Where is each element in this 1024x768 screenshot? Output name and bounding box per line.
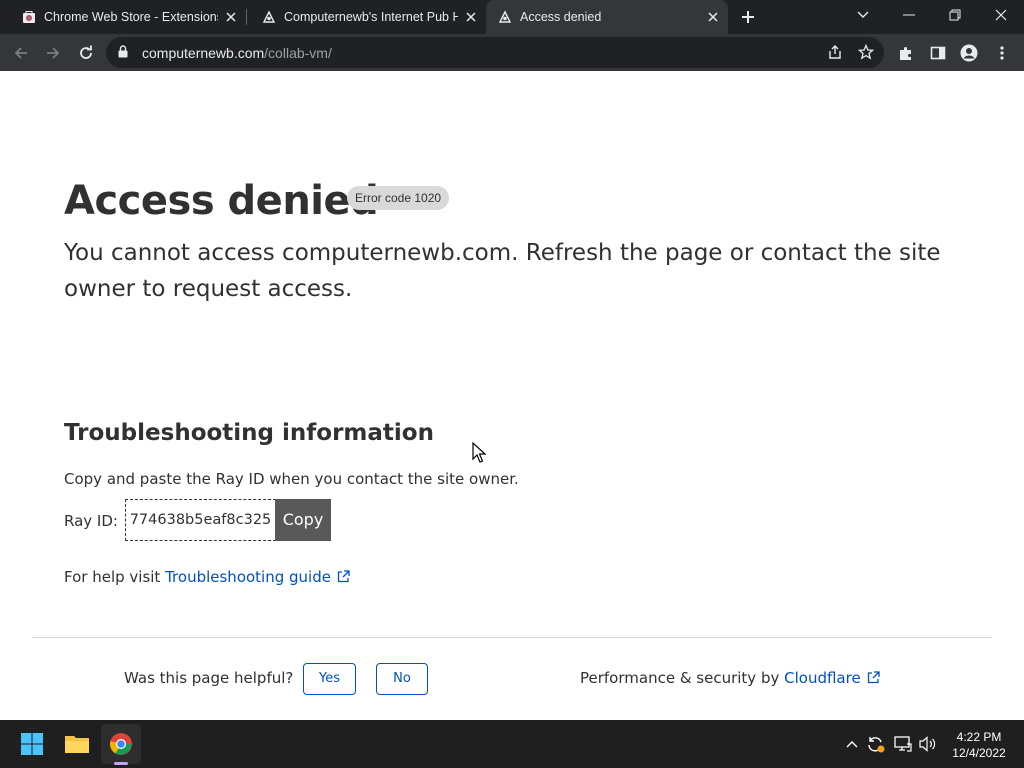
tab-computernewb[interactable]: Computernewb's Internet Pub Hub bbox=[240, 0, 486, 34]
tab-access-denied[interactable]: Access denied bbox=[486, 0, 728, 34]
menu-button[interactable] bbox=[989, 40, 1015, 66]
extensions-button[interactable] bbox=[893, 40, 919, 66]
network-icon bbox=[894, 736, 912, 752]
share-icon bbox=[829, 45, 841, 59]
windows-logo-icon bbox=[21, 733, 43, 755]
error-code-badge: Error code 1020 bbox=[347, 186, 450, 210]
tab-chrome-web-store[interactable]: Chrome Web Store - Extensions bbox=[0, 0, 246, 34]
bookmark-button[interactable] bbox=[853, 39, 879, 65]
chevron-up-icon bbox=[846, 741, 858, 748]
external-link-icon bbox=[867, 670, 880, 688]
clock-date: 12/4/2022 bbox=[952, 746, 1006, 760]
copy-instructions: Copy and paste the Ray ID when you conta… bbox=[64, 470, 519, 488]
chrome-taskbar-button[interactable] bbox=[101, 724, 141, 764]
window-close-button[interactable] bbox=[978, 0, 1024, 30]
feedback-no-button[interactable]: No bbox=[376, 663, 428, 695]
speaker-icon bbox=[919, 736, 936, 752]
feedback-question: Was this page helpful? bbox=[124, 669, 294, 687]
cloudflare-label: Cloudflare bbox=[784, 669, 861, 687]
help-text: For help visit Troubleshooting guide bbox=[64, 568, 350, 587]
cloudflare-link[interactable]: Cloudflare bbox=[784, 669, 880, 687]
close-icon[interactable] bbox=[704, 8, 722, 26]
url-text: computernewb.com/collab-vm/ bbox=[142, 45, 332, 61]
network-button[interactable] bbox=[893, 734, 913, 754]
ray-id-value[interactable]: 774638b5eaf8c325 bbox=[125, 499, 276, 541]
computernewb-icon bbox=[262, 10, 276, 24]
share-button[interactable] bbox=[822, 39, 848, 65]
page-title: Access denied bbox=[64, 178, 379, 224]
forward-button[interactable] bbox=[40, 40, 66, 66]
back-button[interactable] bbox=[8, 40, 34, 66]
arrow-right-icon bbox=[47, 47, 60, 59]
sync-icon bbox=[868, 737, 885, 753]
lock-icon[interactable] bbox=[118, 45, 128, 63]
clock[interactable]: 4:22 PM 12/4/2022 bbox=[944, 729, 1014, 761]
more-vertical-icon bbox=[1000, 46, 1004, 60]
help-prefix: For help visit bbox=[64, 568, 161, 586]
reload-button[interactable] bbox=[73, 40, 99, 66]
url-host: computernewb.com bbox=[142, 45, 265, 61]
address-bar[interactable]: computernewb.com/collab-vm/ bbox=[106, 37, 884, 68]
tab-title: Chrome Web Store - Extensions bbox=[44, 10, 218, 24]
browser-toolbar: computernewb.com/collab-vm/ bbox=[0, 34, 1024, 71]
minimize-icon bbox=[903, 14, 915, 16]
performance-security-text: Performance & security by Cloudflare bbox=[580, 669, 880, 688]
minimize-button[interactable] bbox=[886, 0, 932, 30]
tab-search-button[interactable] bbox=[840, 0, 886, 30]
chrome-icon bbox=[110, 733, 132, 755]
chrome-web-store-icon bbox=[22, 10, 36, 24]
restore-button[interactable] bbox=[932, 0, 978, 30]
performance-prefix: Performance & security by bbox=[580, 669, 780, 687]
troubleshooting-heading: Troubleshooting information bbox=[64, 420, 434, 446]
chevron-down-icon bbox=[857, 11, 869, 18]
start-button[interactable] bbox=[12, 724, 52, 764]
taskbar: 4:22 PM 12/4/2022 bbox=[0, 720, 1024, 768]
mouse-cursor-icon bbox=[472, 442, 486, 463]
footer-divider bbox=[32, 637, 992, 638]
troubleshooting-guide-label: Troubleshooting guide bbox=[165, 568, 331, 586]
restore-icon bbox=[949, 9, 961, 21]
close-icon[interactable] bbox=[222, 8, 240, 26]
copy-button[interactable]: Copy bbox=[275, 499, 331, 541]
close-icon[interactable] bbox=[462, 8, 480, 26]
side-panel-icon bbox=[930, 46, 946, 60]
plus-icon bbox=[742, 11, 754, 23]
tab-title: Access denied bbox=[520, 10, 602, 24]
computernewb-icon bbox=[498, 10, 512, 24]
access-message: You cannot access computernewb.com. Refr… bbox=[64, 240, 941, 302]
troubleshooting-guide-link[interactable]: Troubleshooting guide bbox=[165, 568, 350, 586]
clock-time: 4:22 PM bbox=[956, 730, 1002, 744]
external-link-icon bbox=[337, 569, 350, 587]
reload-icon bbox=[80, 45, 92, 59]
close-icon bbox=[995, 9, 1007, 21]
avatar-icon bbox=[960, 44, 978, 62]
show-hidden-icons-button[interactable] bbox=[842, 734, 862, 754]
folder-icon bbox=[65, 736, 89, 753]
tab-title: Computernewb's Internet Pub Hub bbox=[284, 10, 458, 24]
tab-strip: Chrome Web Store - Extensions Computerne… bbox=[0, 0, 1024, 34]
ray-id-label: Ray ID: bbox=[64, 512, 118, 530]
feedback-yes-button[interactable]: Yes bbox=[303, 663, 356, 695]
file-explorer-button[interactable] bbox=[57, 724, 97, 764]
side-panel-button[interactable] bbox=[925, 40, 951, 66]
running-indicator bbox=[114, 762, 128, 765]
profile-button[interactable] bbox=[956, 40, 982, 66]
star-icon bbox=[858, 44, 874, 60]
page-content: Access denied Error code 1020 You cannot… bbox=[0, 71, 1024, 720]
url-path: /collab-vm/ bbox=[264, 45, 332, 61]
update-status-button[interactable] bbox=[866, 734, 886, 754]
puzzle-icon bbox=[900, 47, 911, 60]
volume-button[interactable] bbox=[918, 734, 938, 754]
new-tab-button[interactable] bbox=[736, 5, 760, 29]
arrow-left-icon bbox=[14, 47, 27, 59]
